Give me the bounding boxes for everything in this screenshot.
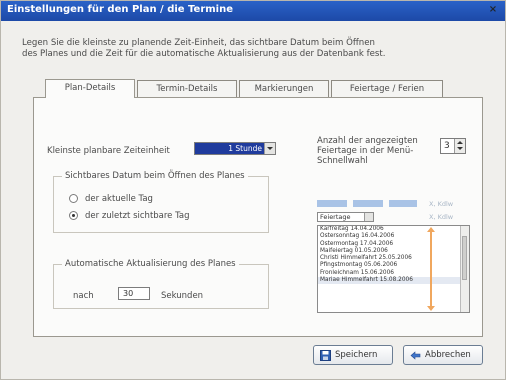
tab-termin-details[interactable]: Termin-Details [137, 80, 237, 97]
intro-line: Legen Sie die kleinste zu planende Zeit-… [22, 38, 375, 48]
cancel-arrow-icon [410, 351, 421, 360]
radio-current-day-label: der aktuelle Tag [85, 194, 153, 204]
preview-header-segment [389, 200, 417, 207]
smallest-unit-label: Kleinste planbare Zeiteinheit [47, 146, 170, 156]
list-item: Karfreitag 14.04.2006 [320, 226, 384, 232]
cancel-label: Abbrechen [425, 350, 471, 360]
list-item: Ostermontag 17.04.2006 [320, 240, 394, 247]
holiday-count-spinner[interactable]: 3 [440, 138, 466, 154]
intro-text: Legen Sie die kleinste zu planende Zeit-… [22, 38, 442, 60]
holiday-count-value: 3 [444, 141, 450, 151]
preview-holiday-list: Karfreitag 14.04.2006 Ostersonntag 16.04… [317, 225, 470, 313]
preview-scrollbar [460, 226, 469, 312]
arrow-down-icon[interactable] [457, 147, 463, 150]
list-item: Mariae Himmelfahrt 15.08.2006 [318, 277, 469, 285]
auto-refresh-legend: Automatische Aktualisierung des Planes [62, 259, 239, 269]
holiday-count-label: Feiertage in der Menü- [317, 146, 414, 156]
double-arrow-icon [427, 227, 435, 311]
cancel-button[interactable]: Abbrechen [403, 345, 483, 365]
smallest-unit-select[interactable]: 1 Stunde [194, 142, 276, 155]
spinner-arrows[interactable] [454, 139, 465, 153]
visible-date-legend: Sichtbares Datum beim Öffnen des Planes [62, 171, 248, 181]
list-item: Maifeiertag 01.05.2006 [320, 247, 388, 254]
preview-combo: Feiertage [317, 212, 374, 222]
holiday-count-label: Schnellwahl [317, 156, 368, 166]
preview-combo-value: Feiertage [320, 213, 351, 221]
save-label: Speichern [335, 350, 378, 360]
tab-markierungen[interactable]: Markierungen [239, 80, 329, 97]
list-item: Christi Himmelfahrt 25.05.2006 [320, 255, 412, 262]
holiday-count-label: Anzahl der angezeigten [317, 136, 418, 146]
preview-faint-label: X, Kdlw [429, 200, 454, 208]
save-button[interactable]: Speichern [313, 345, 393, 365]
preview-scroll-thumb [462, 236, 467, 280]
tab-plan-details[interactable]: Plan-Details [45, 79, 135, 98]
floppy-disk-icon [320, 350, 331, 361]
visible-date-group: Sichtbares Datum beim Öffnen des Planes [53, 171, 269, 233]
smallest-unit-value: 1 Stunde [195, 143, 264, 154]
close-icon[interactable]: × [487, 4, 499, 16]
refresh-prefix: nach [73, 291, 94, 301]
title-bar[interactable]: Einstellungen für den Plan / die Termine… [1, 1, 505, 21]
intro-line: des Planes und die Zeit für die automati… [22, 49, 386, 59]
chevron-down-icon [364, 213, 373, 221]
auto-refresh-group: Automatische Aktualisierung des Planes [53, 259, 269, 309]
refresh-suffix: Sekunden [161, 291, 204, 301]
list-item: Fronleichnam 15.06.2006 [320, 269, 394, 276]
radio-current-day[interactable] [69, 194, 78, 203]
list-item: Ostersonntag 16.04.2006 [320, 233, 395, 240]
refresh-seconds-input[interactable]: 30 [118, 287, 150, 300]
settings-dialog: Einstellungen für den Plan / die Termine… [0, 0, 506, 380]
preview-header-segment [353, 200, 383, 207]
preview-faint-label: X, Kdlw [429, 213, 454, 221]
chevron-down-icon[interactable] [264, 143, 275, 154]
preview-header-segment [317, 200, 347, 207]
list-item: Pfingstmontag 05.06.2006 [320, 262, 398, 269]
radio-last-visible-day-label: der zuletzt sichtbare Tag [85, 211, 190, 221]
tab-feiertage-ferien[interactable]: Feiertage / Ferien [331, 80, 443, 97]
arrow-up-icon[interactable] [457, 141, 463, 144]
window-title: Einstellungen für den Plan / die Termine [7, 4, 233, 15]
menu-preview-image: X, Kdlw X, Kdlw Feiertage Karfreitag 14.… [317, 200, 470, 320]
radio-last-visible-day[interactable] [69, 211, 78, 220]
